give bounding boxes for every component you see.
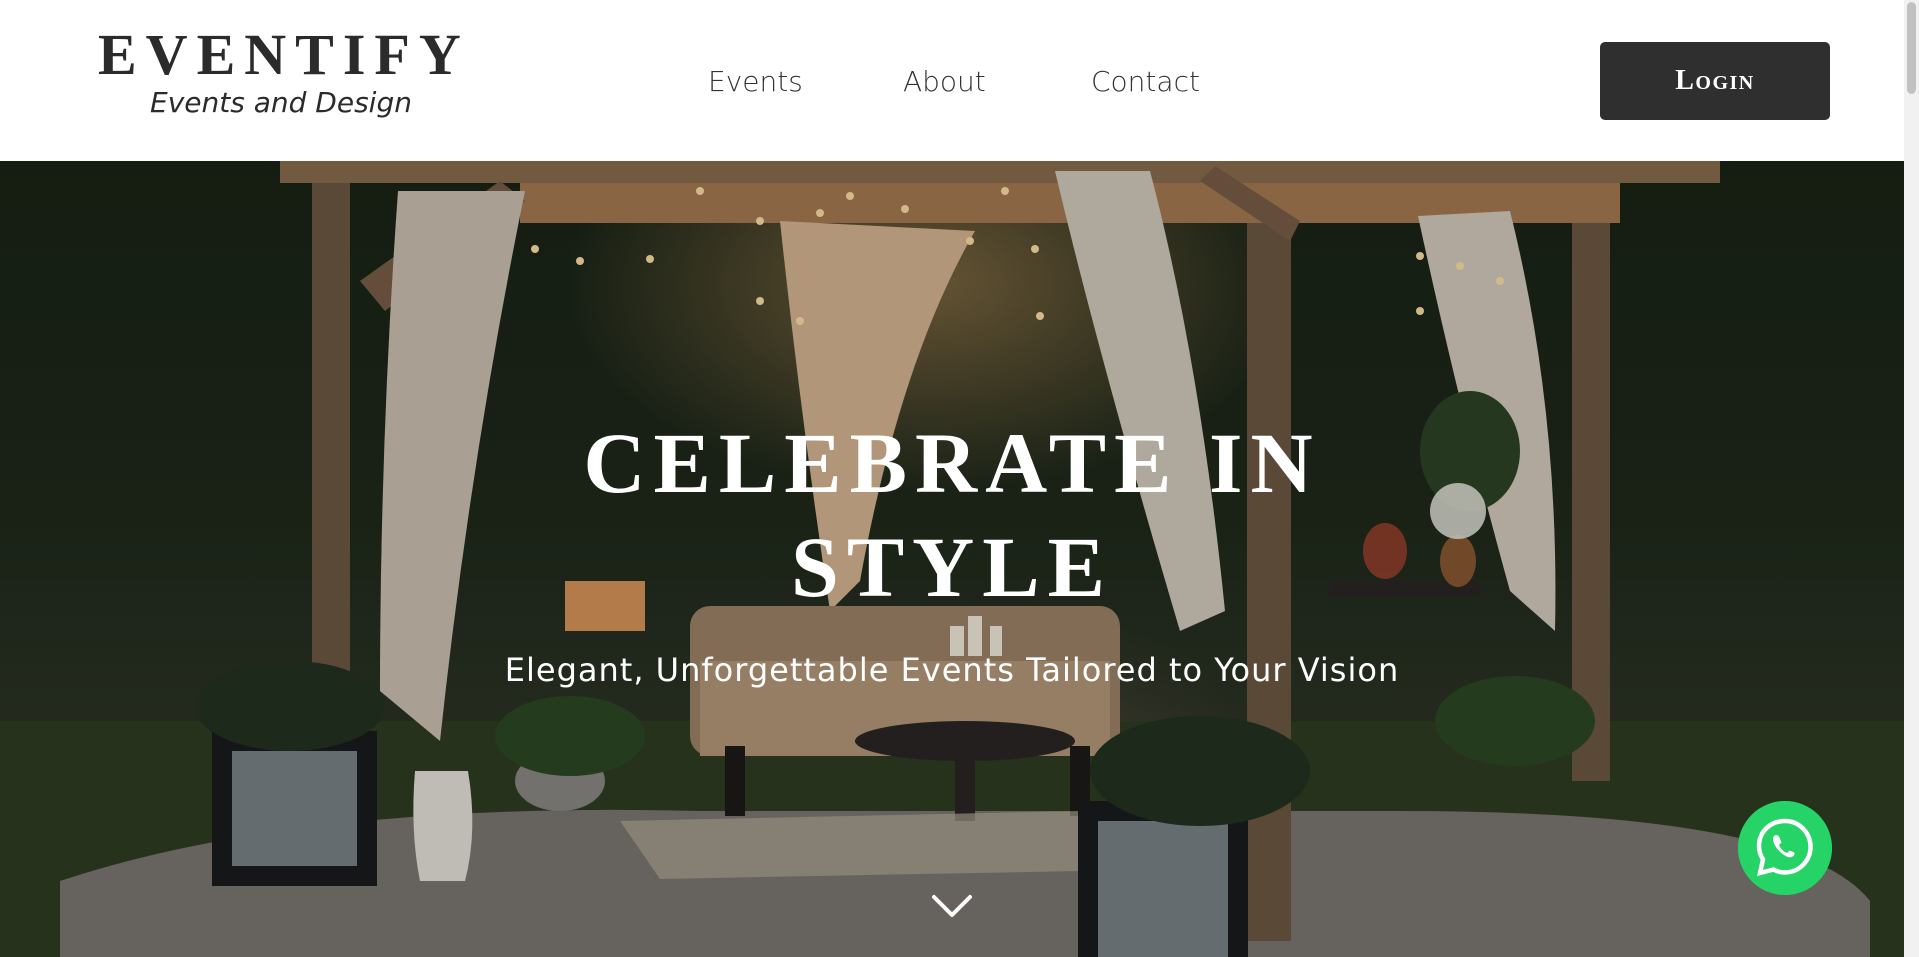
page-scrollbar[interactable] xyxy=(1904,0,1919,957)
hero-title: CELEBRATE IN STYLE xyxy=(0,411,1904,619)
chevron-down-icon[interactable] xyxy=(927,887,977,927)
nav-link-contact[interactable]: Contact xyxy=(1091,62,1200,102)
hero-section: CELEBRATE IN STYLE Elegant, Unforgettabl… xyxy=(0,161,1904,957)
nav-link-about[interactable]: About xyxy=(903,62,986,102)
hero-title-line-2: STYLE xyxy=(790,519,1114,615)
scrollbar-thumb[interactable] xyxy=(1907,2,1916,94)
login-button[interactable]: Login xyxy=(1600,42,1830,120)
nav-link-events[interactable]: Events xyxy=(708,62,803,102)
hero-subtitle: Elegant, Unforgettable Events Tailored t… xyxy=(504,651,1400,689)
hero-title-line-1: CELEBRATE IN xyxy=(583,415,1321,511)
whatsapp-icon[interactable] xyxy=(1738,801,1832,895)
site-header: EVENTIFY Events and Design Events About … xyxy=(0,0,1904,161)
